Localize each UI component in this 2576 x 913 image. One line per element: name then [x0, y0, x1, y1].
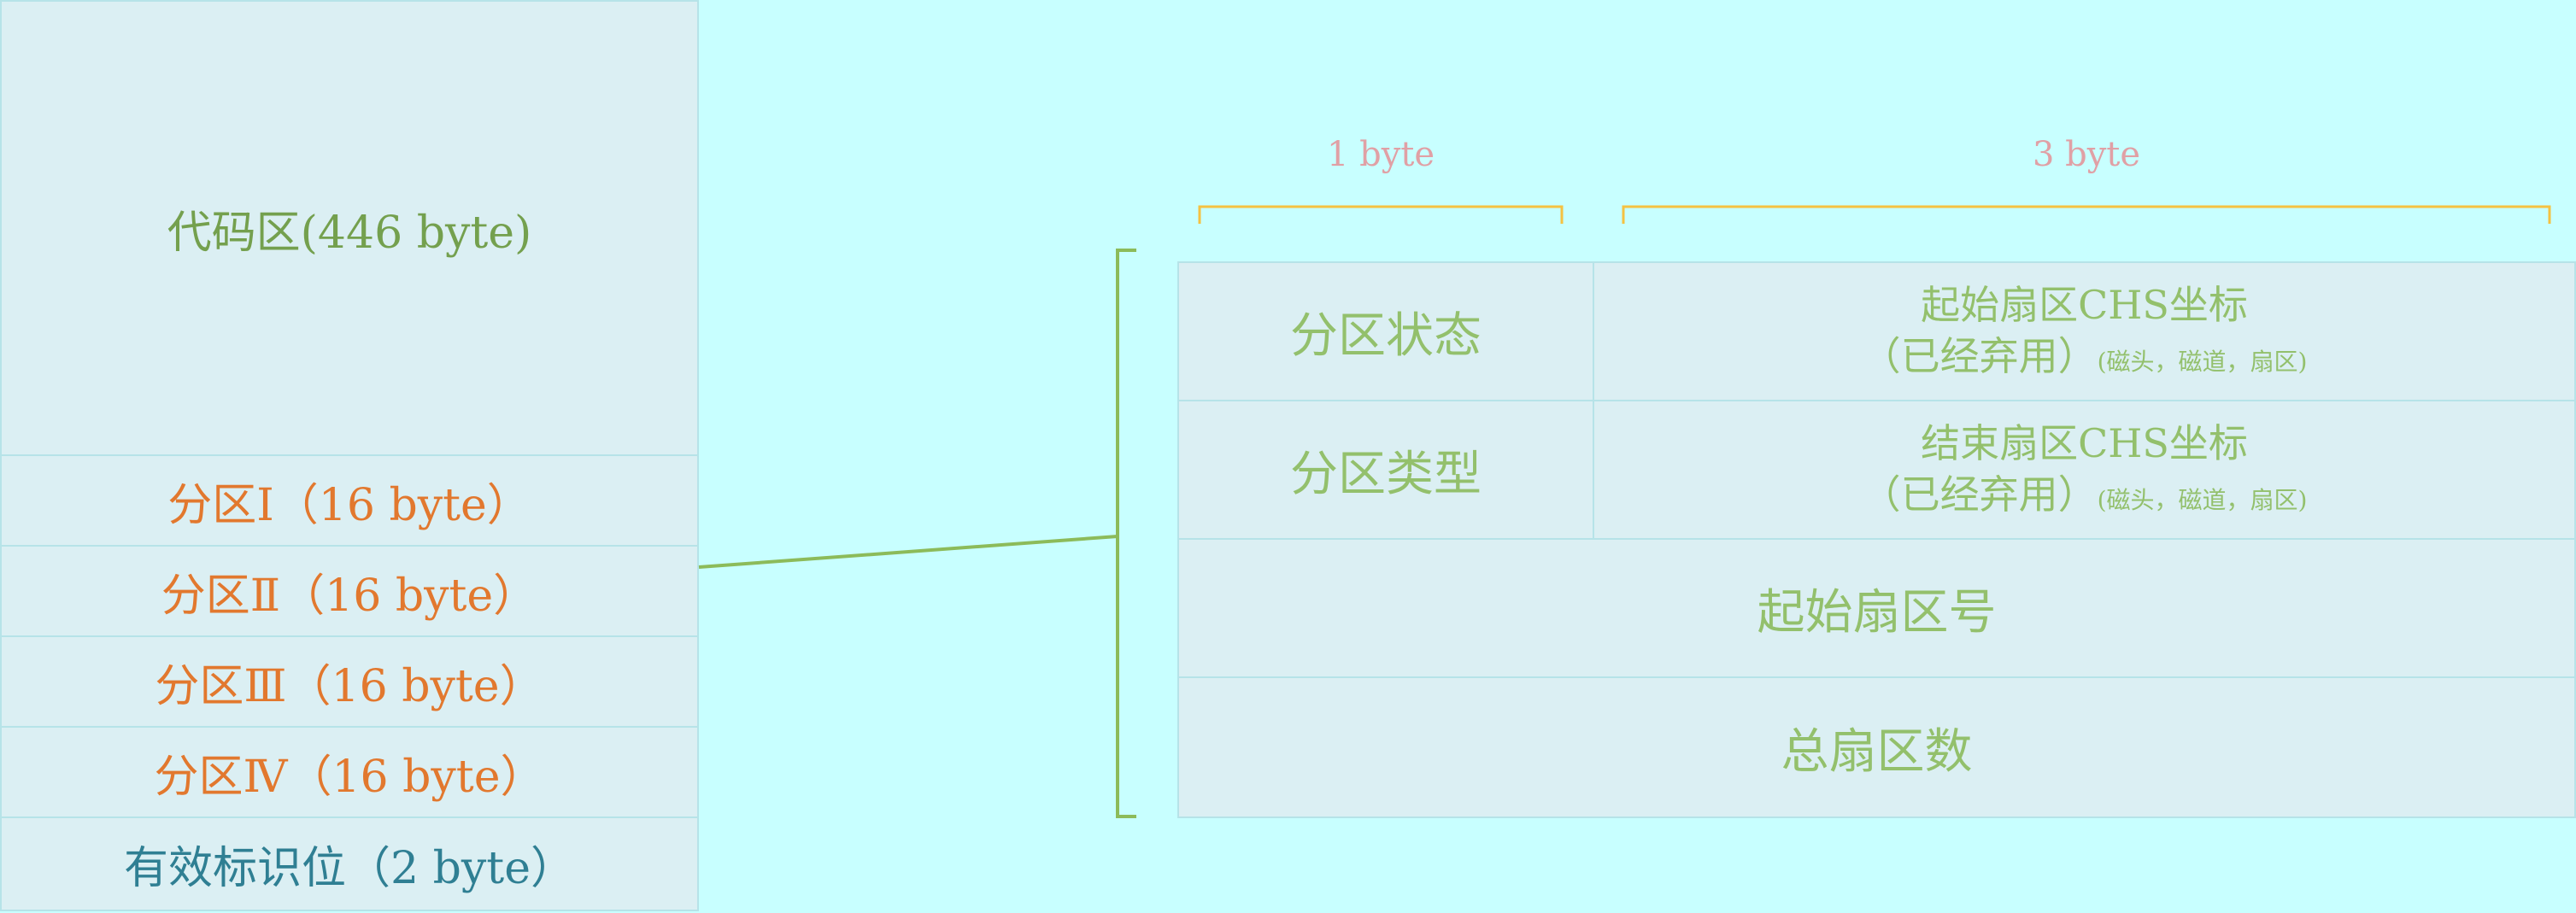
entry-bracket — [1116, 249, 1136, 818]
end-chs-cell: 结束扇区CHS坐标 （已经弃用）(磁头，磁道，扇区) — [1593, 400, 2576, 540]
end-chs-note: （已经弃用） — [1861, 471, 2098, 518]
start-chs-note: （已经弃用） — [1861, 333, 2098, 379]
byte-brace-1 — [1198, 205, 1564, 224]
start-chs-cell: 起始扇区CHS坐标 （已经弃用）(磁头，磁道，扇区) — [1593, 261, 2576, 401]
start-sector-cell: 起始扇区号 — [1177, 538, 2576, 678]
connector-line — [698, 535, 1118, 569]
start-chs-title: 起始扇区CHS坐标 — [1921, 282, 2248, 329]
end-chs-note-line: （已经弃用）(磁头，磁道，扇区) — [1862, 470, 2308, 521]
partition-type-cell: 分区类型 — [1177, 400, 1594, 540]
end-chs-sub: (磁头，磁道，扇区) — [2097, 486, 2308, 514]
end-chs-title: 结束扇区CHS坐标 — [1921, 420, 2248, 467]
partition-status-cell: 分区状态 — [1177, 261, 1594, 401]
total-sectors-cell: 总扇区数 — [1177, 676, 2576, 818]
start-chs-sub: (磁头，磁道，扇区) — [2097, 348, 2308, 376]
start-sector-label: 起始扇区号 — [1757, 584, 1997, 641]
byte-brace-3 — [1622, 205, 2551, 224]
partition-status-label: 分区状态 — [1290, 307, 1482, 364]
start-chs-note-line: （已经弃用）(磁头，磁道，扇区) — [1862, 331, 2308, 383]
total-sectors-label: 总扇区数 — [1781, 723, 1973, 780]
partition-type-label: 分区类型 — [1290, 446, 1482, 502]
